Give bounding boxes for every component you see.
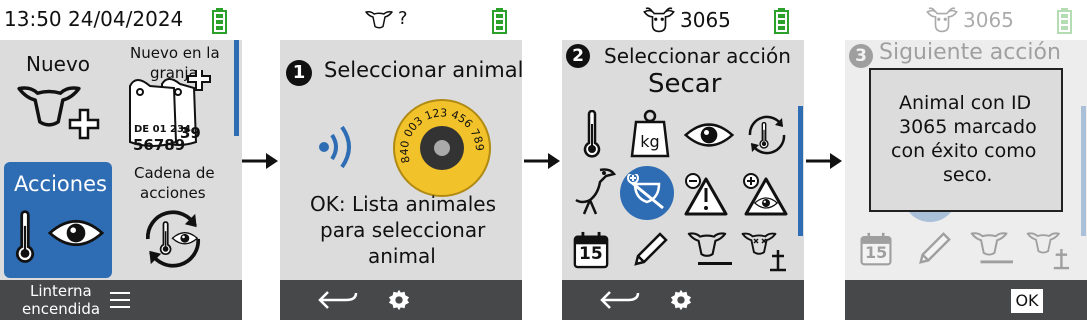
tile-cadena-acciones[interactable]: Cadena de acciones — [120, 162, 230, 278]
flow-arrow-icon — [806, 153, 842, 169]
status-bar: ? — [280, 0, 522, 40]
battery-icon — [1057, 8, 1072, 34]
scrollbar — [1081, 106, 1086, 236]
add-warning-icon[interactable] — [684, 172, 728, 216]
animal-id: ? — [398, 8, 408, 29]
select-animal-panel: 1 Seleccionar animal 840 003 123 456 789… — [280, 40, 522, 280]
cow-dead-icon — [1026, 232, 1070, 270]
step-number: 3 — [855, 46, 867, 66]
tile-label: Nuevo — [26, 52, 91, 76]
stork-icon[interactable] — [570, 166, 616, 216]
repeat-actions-icon — [145, 210, 201, 268]
back-arrow-icon[interactable] — [318, 289, 358, 311]
scrollbar[interactable] — [234, 40, 239, 136]
step-badge: 1 — [286, 60, 312, 86]
date-time: 13:50 24/04/2024 — [4, 7, 184, 31]
eye-icon — [48, 216, 104, 250]
tile-nuevo-granja[interactable]: Nuevo en la granja DE 01 234 56789 39 — [120, 42, 230, 158]
flashlight-line2[interactable]: encendida — [22, 300, 100, 318]
footer-bar: OK — [845, 280, 1087, 320]
tile-acciones[interactable]: Acciones — [4, 162, 112, 278]
calendar-icon[interactable]: 15 — [572, 230, 610, 270]
flow-arrow-icon — [524, 153, 560, 169]
cow-head-icon — [364, 9, 394, 31]
calendar-icon: 15 — [859, 230, 893, 268]
flow-arrow-icon — [242, 153, 278, 169]
repeat-thermometer-icon[interactable] — [742, 110, 792, 160]
tile-label: Acciones — [14, 172, 107, 196]
ok-label: OK — [1015, 291, 1039, 310]
animal-id: 3065 — [680, 8, 731, 32]
calendar-day: 15 — [579, 244, 603, 264]
rfid-signal-icon — [319, 125, 351, 169]
step-number: 1 — [292, 62, 306, 83]
step-badge: 3 — [849, 44, 873, 68]
add-eye-warning-icon[interactable] — [742, 172, 790, 216]
select-action-screen: 3065 2 Seleccionar acción Secar kg 15 — [562, 0, 804, 320]
cow-face-icon — [925, 7, 959, 33]
dialog-line1: Animal con ID — [899, 92, 1032, 114]
tile-nuevo[interactable]: Nuevo — [4, 48, 112, 158]
screen-title: Seleccionar acción — [604, 44, 791, 68]
flashlight-line1[interactable]: Linterna — [30, 282, 92, 300]
message-line1: OK: Lista animales — [310, 192, 497, 216]
tile-label-line2: acciones — [140, 184, 206, 202]
ear-tag-icon: 840 003 123 456 789 — [393, 99, 491, 197]
weight-icon[interactable]: kg — [630, 108, 670, 158]
battery-icon — [212, 8, 227, 34]
cow-minus-icon[interactable] — [684, 228, 734, 272]
tile-label-line1: Cadena de — [134, 164, 215, 182]
dry-cow-action-selected[interactable] — [620, 166, 674, 220]
thermometer-icon[interactable] — [582, 110, 602, 160]
scrollbar[interactable] — [798, 106, 803, 236]
eye-icon[interactable] — [684, 120, 734, 150]
select-animal-screen: ? 1 Seleccionar animal 840 003 123 456 7… — [280, 0, 522, 320]
tag-left-number: 56789 — [133, 136, 186, 154]
weight-label: kg — [640, 132, 659, 151]
cow-face-icon — [642, 7, 676, 33]
selected-action-label: Secar — [648, 69, 722, 99]
pencil-icon — [915, 230, 953, 268]
thermometer-icon — [14, 210, 36, 266]
pencil-icon[interactable] — [630, 230, 670, 270]
cow-add-icon — [17, 86, 100, 140]
gear-icon[interactable] — [670, 289, 692, 311]
screen-title: Siguiente acción — [879, 40, 1061, 65]
cow-dead-icon[interactable] — [740, 228, 790, 272]
dialog-line3: con éxito como — [891, 140, 1037, 162]
message-line2: para seleccionar — [320, 218, 486, 242]
dialog-line2: 3065 marcado — [899, 116, 1037, 138]
battery-icon — [492, 8, 507, 34]
footer-bar — [562, 280, 804, 320]
menu-panel: Nuevo Nuevo en la granja DE 01 234 56789… — [0, 40, 242, 280]
back-arrow-icon[interactable] — [600, 289, 640, 311]
message-line3: animal — [368, 244, 436, 268]
next-action-panel: 3 Siguiente acción 15 Animal con ID 3065… — [845, 40, 1087, 280]
status-bar: 13:50 24/04/2024 — [0, 0, 242, 40]
dry-cow-icon — [627, 174, 664, 210]
confirmation-screen: 3065 3 Siguiente acción 15 Animal con ID… — [845, 0, 1087, 320]
dialog-line4: seco. — [943, 164, 993, 186]
hamburger-icon[interactable] — [110, 291, 130, 309]
footer-bar — [280, 280, 522, 320]
tag-right-number: 39 — [180, 124, 201, 142]
step-number: 2 — [572, 46, 584, 66]
cow-minus-icon — [970, 232, 1013, 264]
screen-title: Seleccionar animal — [324, 58, 522, 82]
ok-button[interactable]: OK — [1011, 289, 1043, 313]
battery-icon — [774, 8, 789, 34]
main-menu-screen: 13:50 24/04/2024 Nuevo Nuevo en la granj… — [0, 0, 242, 320]
success-dialog: Animal con ID 3065 marcado con éxito com… — [869, 68, 1063, 212]
action-grid-panel: 2 Seleccionar acción Secar kg 15 — [562, 40, 804, 280]
status-bar: 3065 — [845, 0, 1087, 40]
status-bar: 3065 — [562, 0, 804, 40]
animal-id: 3065 — [963, 8, 1014, 32]
calendar-day: 15 — [865, 243, 888, 262]
step-badge: 2 — [566, 44, 590, 68]
tile-label-line1: Nuevo en la — [130, 44, 220, 62]
footer-bar: Linterna encendida — [0, 280, 242, 320]
gear-icon[interactable] — [388, 289, 410, 311]
